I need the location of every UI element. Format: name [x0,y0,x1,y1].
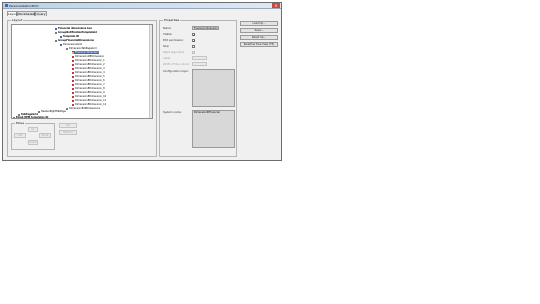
move-left-button[interactable]: Left [14,133,26,138]
layout-group-label: Layout [11,18,24,22]
group-icon [13,116,15,118]
tree-node[interactable]: Template ID [60,35,79,38]
name-field[interactable]: Financial dimension [192,26,219,30]
tree-node[interactable]: DimensionEDimension_3 [72,67,105,70]
move-down-button[interactable]: Down [28,140,38,145]
tree-node[interactable]: DimensionTabPageGrid [66,47,97,50]
load-up-button[interactable]: Load Up... [240,21,278,26]
field-icon [72,71,74,74]
app-icon [5,4,8,7]
field-icon [72,63,74,66]
skip-label: Skip: [163,45,170,48]
field-icon [72,67,74,70]
tree-node[interactable]: Financial dimensions box [55,27,92,30]
move-bottom-button[interactable]: Bottom [59,130,77,135]
folder-icon [55,27,57,30]
field-icon [72,83,74,86]
tree-node[interactable]: DimensionEDimension_8 [72,87,105,90]
redefine-tree-view-button[interactable]: Redefine Tree View (F5) [240,42,278,47]
move-up-button[interactable]: Up [28,127,38,132]
visible-label: Visible: [163,33,173,36]
tree-scrollbar[interactable] [149,25,152,118]
window-title: PersonalizationDCO [9,4,39,8]
edit-permission-label: Edit permission: [163,39,184,42]
grid-icon [60,43,62,46]
field-icon [72,51,74,54]
move-right-button[interactable]: Right [39,133,51,138]
tree-node[interactable]: DimensionEDimension_7 [72,83,105,86]
configuration-layer-box [192,69,235,107]
tree-node[interactable]: DimensionEDimension_12 [72,103,106,106]
tabpage-icon [66,47,68,50]
field-icon [55,31,57,34]
personalization-window: PersonalizationDCO × Layout Workbasket Q… [2,2,282,161]
name-label: Name: [163,27,172,30]
tree-node[interactable]: DimensionIdEDimension [72,55,104,58]
edit-permission-checkbox[interactable]: ✓ [192,39,196,43]
close-icon[interactable]: × [272,3,280,8]
column-width-label: Width of the column: [163,63,191,66]
properties-group-label: Properties [163,18,181,22]
configuration-layer-label: Configuration layer: [163,70,189,73]
skip-checkbox[interactable] [192,45,195,48]
tree-node[interactable]: HeaderRightTabPage [38,110,66,113]
tree-node[interactable]: DimensionEDimension_11 [72,99,106,102]
tree-node[interactable]: DimensionEDimension_6 [72,79,105,82]
label-field[interactable] [192,56,207,60]
column-width-field[interactable] [192,62,207,66]
tree-node[interactable]: DimensionsGrid [60,43,82,46]
tree-node-selected[interactable]: Financial dimension [72,51,99,54]
tab-workbasket[interactable]: Workbasket [17,11,36,16]
tabpage-icon [38,110,40,113]
system-name-box: DimensionIDFinancial [192,110,235,148]
field-icon [60,35,62,38]
field-icon [66,107,68,110]
field-icon [72,91,74,94]
tree-node[interactable]: DimensionEDimension_1 [72,59,105,62]
tree-node[interactable]: DimensionEDimension_10 [72,95,106,98]
field-icon [72,87,74,90]
tree-node[interactable]: GroupFinancialDimensions [55,39,94,42]
tab-query[interactable]: Query [35,11,47,16]
move-top-button[interactable]: Top [59,123,77,128]
tab-layout[interactable]: Layout [7,11,18,16]
field-icon [72,103,74,106]
field-icon [72,59,74,62]
layout-tree[interactable]: Financial dimensions box GroupNotificati… [11,24,153,119]
field-icon [72,79,74,82]
visible-checkbox[interactable]: ✓ [192,33,196,37]
system-name-label: System name: [163,111,182,114]
tree-node[interactable]: DimensionEDimension_4 [72,71,105,74]
tree-node[interactable]: DimensionEDimension_5 [72,75,105,78]
field-icon [72,75,74,78]
title-bar: PersonalizationDCO × [3,3,281,9]
right-alignment-label: Right alignment: [163,51,185,54]
tree-node[interactable]: DimensionEditDimensions [66,107,100,110]
save-button[interactable]: Save... [240,28,278,33]
tree-node[interactable]: GroupNotificationTemplateId [55,31,97,34]
field-icon [72,99,74,102]
right-alignment-checkbox[interactable] [192,51,195,54]
tree-node[interactable]: DimensionEDimension_2 [72,63,105,66]
tree-node[interactable]: Email ItEM templates ID [13,116,48,118]
group-icon [55,39,57,42]
field-icon [72,55,74,58]
move-group-label: Move [15,121,26,125]
field-icon [72,95,74,98]
tree-node[interactable]: DimensionEDimension_9 [72,91,105,94]
label-label: Label: [163,57,171,60]
reset-up-button[interactable]: Reset Up... [240,35,278,40]
